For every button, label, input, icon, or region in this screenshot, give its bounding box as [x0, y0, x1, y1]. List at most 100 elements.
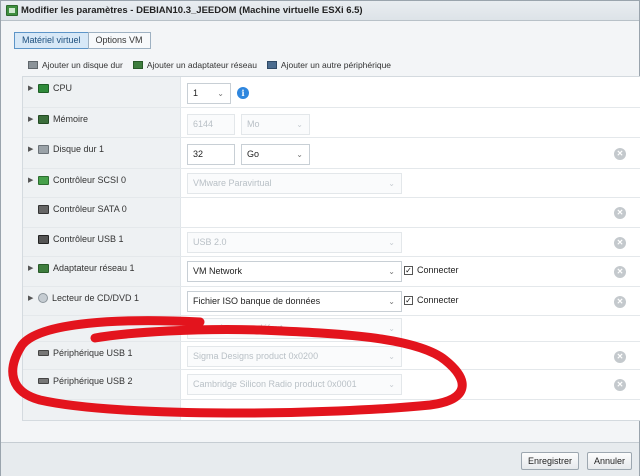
chevron-down-icon: ⌄: [388, 352, 395, 361]
chevron-down-icon: ⌄: [388, 380, 395, 389]
scsi-controller-icon: [38, 175, 49, 185]
remove-icon[interactable]: ✕: [614, 148, 626, 160]
cd-label[interactable]: ▶ Lecteur de CD/DVD 1: [28, 293, 139, 303]
edit-settings-dialog: Modifier les paramètres - DEBIAN10.3_JEE…: [0, 0, 640, 476]
usb-device-2-label-text: Périphérique USB 2: [53, 376, 133, 386]
chevron-down-icon: ⌄: [388, 238, 395, 247]
disk-size-value: 32: [193, 149, 204, 159]
device-icon: [266, 61, 277, 69]
row-usb-controller: ▶ Contrôleur USB 1 USB 2.0 ⌄ ✕: [23, 228, 640, 257]
row-empty: [23, 400, 640, 420]
row-scsi-controller: ▶ Contrôleur SCSI 0 VMware Paravirtual ⌄: [23, 169, 640, 198]
disk-unit-select[interactable]: Go ⌄: [241, 144, 310, 165]
row-cd-dvd: ▶ Lecteur de CD/DVD 1 Fichier ISO banque…: [23, 287, 640, 316]
tab-vm-options[interactable]: Options VM: [87, 32, 151, 49]
sata-label[interactable]: ▶ Contrôleur SATA 0: [28, 204, 127, 214]
memory-icon: [38, 114, 49, 124]
disk-size-input[interactable]: 32: [187, 144, 235, 165]
nic-label[interactable]: ▶ Adaptateur réseau 1: [28, 263, 135, 273]
expand-icon[interactable]: ▶: [28, 176, 36, 184]
chevron-down-icon: ⌄: [388, 179, 395, 188]
usb-version-value: USB 2.0: [193, 237, 227, 247]
usb-device-icon: [38, 350, 49, 356]
row-network-adapter: ▶ Adaptateur réseau 1 VM Network ⌄ ✓ Con…: [23, 257, 640, 287]
chevron-down-icon: ⌄: [217, 89, 224, 98]
usb-device-1-label[interactable]: ▶ Périphérique USB 1: [28, 348, 133, 358]
memory-unit-select[interactable]: Mo ⌄: [241, 114, 310, 135]
cpu-label-text: CPU: [53, 83, 73, 93]
cpu-select[interactable]: 1 ⌄: [187, 83, 231, 104]
disk-unit: Go: [247, 149, 260, 159]
memory-label[interactable]: ▶ Mémoire: [28, 114, 88, 124]
tab-virtual-hardware[interactable]: Matériel virtuel: [14, 32, 89, 49]
add-disk-button[interactable]: Ajouter un disque dur: [28, 60, 123, 70]
disk-label-text: Disque dur 1: [53, 144, 105, 154]
add-nic-label: Ajouter un adaptateur réseau: [146, 60, 257, 70]
toolbar: Ajouter un disque dur Ajouter un adaptat…: [28, 60, 401, 70]
expand-icon[interactable]: ▶: [28, 84, 36, 92]
usb-device-2-label[interactable]: ▶ Périphérique USB 2: [28, 376, 133, 386]
chevron-down-icon: ⌄: [296, 120, 303, 129]
remove-icon[interactable]: ✕: [614, 207, 626, 219]
hard-disk-icon: [28, 61, 38, 69]
scsi-type-select[interactable]: VMware Paravirtual ⌄: [187, 173, 402, 194]
remove-icon[interactable]: ✕: [614, 379, 626, 391]
usb-device-2-value: Cambridge Silicon Radio product 0x0001: [193, 379, 357, 389]
save-button[interactable]: Enregistrer: [521, 452, 580, 470]
checkbox-checked-icon: ✓: [404, 295, 413, 305]
disk-label[interactable]: ▶ Disque dur 1: [28, 144, 104, 154]
expand-icon[interactable]: ▶: [28, 294, 36, 302]
add-device-button[interactable]: Ajouter un autre périphérique: [266, 60, 392, 70]
chevron-down-icon: ⌄: [388, 324, 395, 333]
cd-dvd-icon: [38, 293, 48, 303]
row-usb-device-1: ▶ Périphérique USB 1 Sigma Designs produ…: [23, 342, 640, 370]
video-settings-select[interactable]: Paramètres par défaut ⌄: [187, 318, 402, 339]
cpu-value: 1: [193, 88, 199, 98]
nic-connect-label: Connecter: [417, 265, 459, 275]
cd-source-select[interactable]: Fichier ISO banque de données ⌄: [187, 291, 402, 312]
checkbox-checked-icon: ✓: [404, 265, 413, 275]
usb-device-2-select[interactable]: Cambridge Silicon Radio product 0x0001 ⌄: [187, 374, 402, 395]
nic-label-text: Adaptateur réseau 1: [53, 263, 135, 273]
remove-icon[interactable]: ✕: [614, 266, 626, 278]
info-icon[interactable]: i: [237, 87, 249, 99]
hard-disk-icon: [38, 144, 49, 154]
cd-connect-label: Connecter: [417, 295, 459, 305]
sata-controller-icon: [38, 204, 49, 214]
expand-icon[interactable]: ▶: [28, 115, 36, 123]
hardware-list: ▶ CPU 1 ⌄ i ▶ Mémoire 6144 Mo ⌄ ▶ Disque…: [22, 76, 640, 421]
expand-icon[interactable]: ▶: [28, 145, 36, 153]
row-hard-disk: ▶ Disque dur 1 32 Go ⌄ ✕: [23, 138, 640, 169]
memory-input[interactable]: 6144: [187, 114, 235, 135]
remove-icon[interactable]: ✕: [614, 351, 626, 363]
network-value: VM Network: [193, 266, 243, 276]
network-select[interactable]: VM Network ⌄: [187, 261, 402, 282]
scsi-label[interactable]: ▶ Contrôleur SCSI 0: [28, 175, 126, 185]
nic-connect-checkbox[interactable]: ✓ Connecter: [404, 265, 459, 275]
usb-device-icon: [38, 378, 49, 384]
chevron-down-icon: ⌄: [388, 267, 395, 276]
memory-unit: Mo: [247, 119, 260, 129]
remove-icon[interactable]: ✕: [614, 296, 626, 308]
sata-label-text: Contrôleur SATA 0: [53, 204, 127, 214]
usb-version-select[interactable]: USB 2.0 ⌄: [187, 232, 402, 253]
usb-controller-icon: [38, 234, 49, 244]
usb-device-1-select[interactable]: Sigma Designs product 0x0200 ⌄: [187, 346, 402, 367]
row-usb-device-2: ▶ Périphérique USB 2 Cambridge Silicon R…: [23, 370, 640, 400]
usb-controller-label-text: Contrôleur USB 1: [53, 234, 124, 244]
cpu-label[interactable]: ▶ CPU: [28, 83, 72, 93]
chevron-down-icon: ⌄: [296, 150, 303, 159]
add-device-label: Ajouter un autre périphérique: [280, 60, 392, 70]
scsi-type-value: VMware Paravirtual: [193, 178, 272, 188]
scsi-label-text: Contrôleur SCSI 0: [53, 175, 127, 185]
add-nic-button[interactable]: Ajouter un adaptateur réseau: [132, 60, 257, 70]
chevron-down-icon: ⌄: [388, 297, 395, 306]
expand-icon[interactable]: ▶: [28, 264, 36, 272]
cpu-icon: [38, 83, 49, 93]
cd-connect-checkbox[interactable]: ✓ Connecter: [404, 295, 459, 305]
row-memory: ▶ Mémoire 6144 Mo ⌄: [23, 108, 640, 138]
usb-device-1-value: Sigma Designs product 0x0200: [193, 351, 319, 361]
cancel-button[interactable]: Annuler: [587, 452, 633, 470]
usb-controller-label[interactable]: ▶ Contrôleur USB 1: [28, 234, 124, 244]
remove-icon[interactable]: ✕: [614, 237, 626, 249]
